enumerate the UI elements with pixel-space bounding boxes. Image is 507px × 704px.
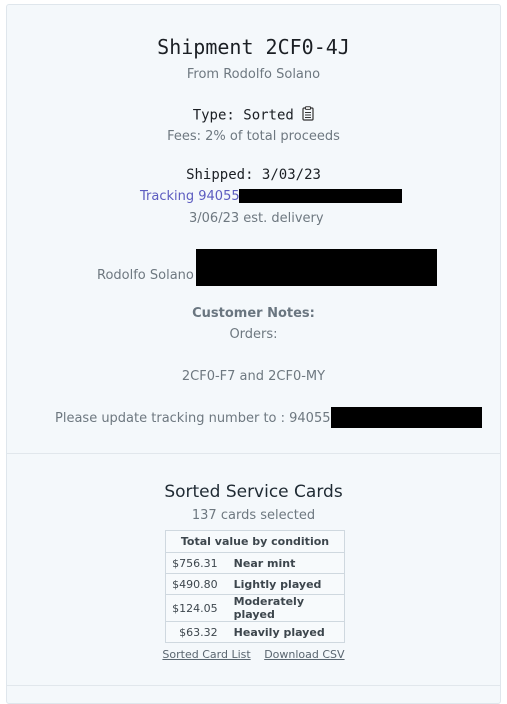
- redaction-address: [196, 249, 437, 286]
- condition-table-header: Total value by condition: [165, 530, 345, 553]
- redaction-update-tracking: [331, 407, 482, 428]
- orders-label: Orders:: [229, 327, 278, 342]
- condition-value: $124.05: [164, 594, 226, 622]
- condition-label: Lightly played: [225, 573, 345, 595]
- table-row: $490.80 Lightly played: [164, 573, 345, 595]
- customer-notes-title: Customer Notes:: [192, 306, 315, 321]
- download-csv-link[interactable]: Download CSV: [264, 648, 344, 661]
- shipment-type: Type: Sorted: [7, 106, 500, 125]
- order-ids: 2CF0-F7 and 2CF0-MY: [181, 369, 326, 384]
- condition-value: $490.80: [164, 573, 226, 595]
- shipment-fees: Fees: 2% of total proceeds: [167, 129, 340, 144]
- bottom-divider: [7, 685, 500, 686]
- tracking-link[interactable]: Tracking 940550: [140, 189, 248, 204]
- condition-label: Moderately played: [225, 594, 345, 622]
- update-tracking-note: Please update tracking number to : 94055…: [55, 411, 348, 426]
- table-row: $63.32 Heavily played: [164, 621, 345, 643]
- shipment-card: Shipment 2CF0-4J From Rodolfo Solano Typ…: [6, 4, 501, 704]
- section-divider: [7, 453, 500, 454]
- recipient-name: Rodolfo Solano: [97, 268, 194, 283]
- shipment-from: From Rodolfo Solano: [186, 67, 321, 82]
- clipboard-icon[interactable]: [302, 106, 314, 125]
- shipment-type-label: Type: Sorted: [192, 107, 294, 124]
- sorted-card-list-link[interactable]: Sorted Card List: [162, 648, 250, 661]
- shipment-shipped-date: Shipped: 3/03/23: [186, 167, 321, 183]
- table-row: $756.31 Near mint: [164, 552, 345, 574]
- condition-label: Near mint: [225, 552, 345, 574]
- estimated-delivery: 3/06/23 est. delivery: [189, 211, 324, 226]
- condition-label: Heavily played: [225, 621, 345, 643]
- service-title: Sorted Service Cards: [164, 482, 343, 502]
- condition-value: $63.32: [164, 621, 226, 643]
- cards-selected-count: 137 cards selected: [191, 508, 316, 523]
- redaction-tracking: [239, 189, 402, 203]
- shipment-title: Shipment 2CF0-4J: [157, 35, 350, 59]
- condition-value-table: Total value by condition $756.31 Near mi…: [164, 530, 345, 643]
- service-links: Sorted Card List Download CSV: [7, 648, 500, 661]
- table-row: $124.05 Moderately played: [164, 594, 345, 622]
- condition-value: $756.31: [164, 552, 226, 574]
